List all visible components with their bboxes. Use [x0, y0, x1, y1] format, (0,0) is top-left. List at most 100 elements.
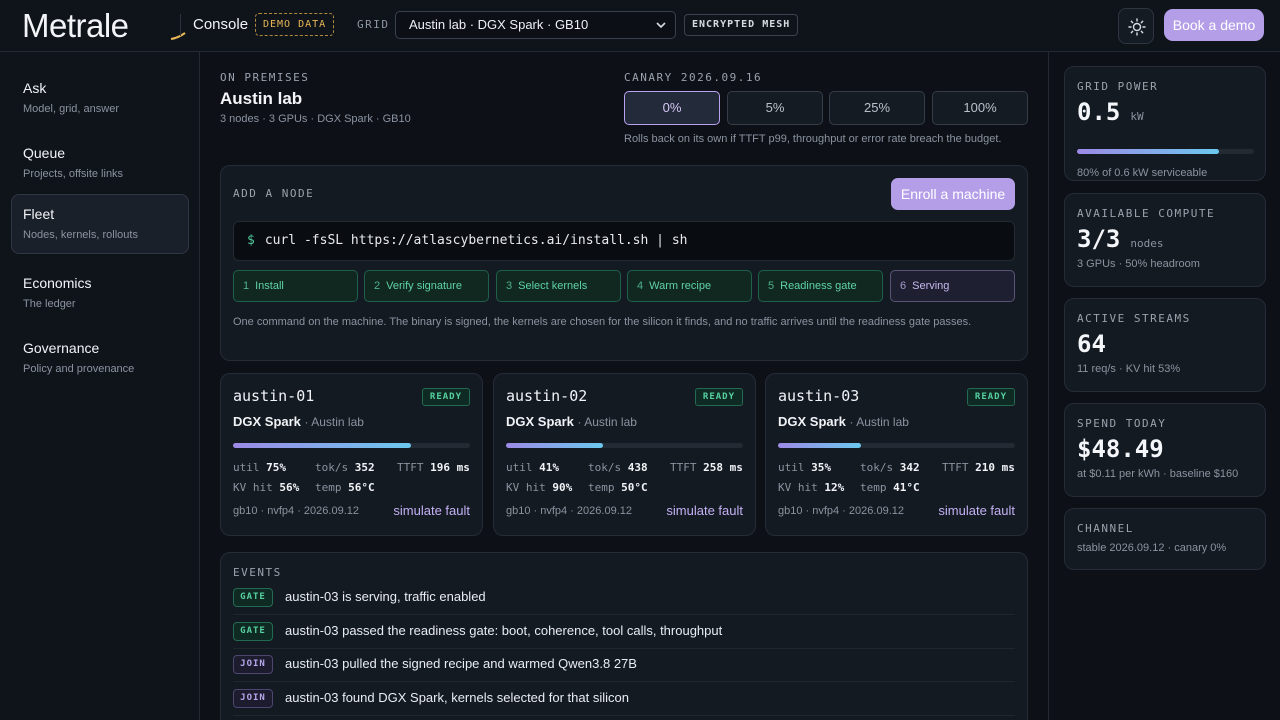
metric-kv-hit: KV hit 12% [778, 481, 844, 494]
node-name: austin-01 [233, 387, 315, 405]
metric-value: 50°C [621, 481, 648, 494]
metric-value: 35% [811, 461, 831, 474]
add-node-note: One command on the machine. The binary i… [233, 316, 972, 328]
enroll-machine-button[interactable]: Enroll a machine [891, 178, 1015, 210]
node-card-austin-03: austin-03 READY DGX Spark · Austin lab u… [765, 373, 1028, 536]
chevron-down-icon [656, 22, 666, 29]
metric-label: temp [588, 481, 615, 494]
metric-value: 210 ms [975, 461, 1015, 474]
event-row: GATE austin-03 passed the readiness gate… [233, 615, 1015, 649]
metric-value: 352 [354, 461, 375, 474]
stat-number: 0.5 [1077, 98, 1121, 126]
sidebar-item-fleet[interactable]: Fleet Nodes, kernels, rollouts [11, 194, 189, 254]
step-select-kernels: 3 Select kernels [496, 270, 621, 302]
metric-label: util [506, 461, 533, 474]
sidebar-item-title: Ask [23, 80, 47, 96]
step-serving: 6 Serving [890, 270, 1015, 302]
node-site: · Austin lab [577, 415, 637, 429]
event-row: JOIN austin-03 found DGX Spark, kernels … [233, 682, 1015, 716]
stats-column: GRID POWER 0.5 kW 80% of 0.6 kW serviceab… [1048, 52, 1280, 720]
sidebar-item-sub: Projects, offsite links [23, 168, 124, 180]
canary-selector: 0% 5% 25% 100% [624, 91, 1028, 125]
node-model: DGX Spark · Austin lab [233, 414, 364, 429]
step-readiness-gate: 5 Readiness gate [758, 270, 883, 302]
metric-util: util 75% [233, 461, 286, 474]
node-model-name: DGX Spark [233, 414, 301, 429]
sidebar-item-sub: Nodes, kernels, rollouts [23, 229, 138, 241]
metric-value: 258 ms [703, 461, 743, 474]
stat-value: 3/3 nodes [1077, 225, 1163, 253]
sidebar-item-queue[interactable]: Queue Projects, offsite links [11, 133, 189, 193]
canary-option-0[interactable]: 0% [624, 91, 720, 125]
sidebar-item-title: Governance [23, 340, 100, 356]
header-divider [180, 14, 181, 36]
metric-value: 438 [627, 461, 648, 474]
canary-option-5[interactable]: 5% [727, 91, 823, 125]
metric-temp: temp 56°C [315, 481, 375, 494]
metric-value: 196 ms [430, 461, 470, 474]
grid-select[interactable]: Austin lab · DGX Spark · GB10 [395, 11, 676, 39]
metrale-logo[interactable]: Metrale [22, 7, 186, 44]
metric-value: 41% [539, 461, 559, 474]
status-badge: READY [966, 388, 1015, 406]
spend-today-card: SPEND TODAY $48.49 at $0.11 per kWh · ba… [1064, 403, 1266, 497]
metric-value: 342 [899, 461, 920, 474]
stat-value: $48.49 [1077, 435, 1164, 463]
node-footer: gb10 · nvfp4 · 2026.09.12 [778, 505, 904, 517]
metric-temp: temp 41°C [860, 481, 920, 494]
metric-toks: tok/s 352 [315, 461, 375, 474]
shell-prompt: $ [247, 233, 255, 248]
sidebar-item-ask[interactable]: Ask Model, grid, answer [11, 68, 189, 128]
console-label: Console [193, 16, 249, 33]
sidebar: Ask Model, grid, answer Queue Projects, … [0, 52, 200, 720]
metric-label: tok/s [315, 461, 349, 474]
step-label: Readiness gate [780, 280, 857, 292]
simulate-fault-link[interactable]: simulate fault [938, 503, 1015, 518]
util-bar [506, 443, 743, 448]
simulate-fault-link[interactable]: simulate fault [666, 503, 743, 518]
logo-text: Metrale [22, 7, 129, 44]
available-compute-card: AVAILABLE COMPUTE 3/3 nodes 3 GPUs · 50% … [1064, 193, 1266, 287]
node-model-name: DGX Spark [506, 414, 574, 429]
metric-label: tok/s [588, 461, 622, 474]
node-model: DGX Spark · Austin lab [506, 414, 637, 429]
metric-label: TTFT [397, 461, 424, 474]
book-demo-button[interactable]: Book a demo [1164, 9, 1264, 41]
sidebar-item-sub: Policy and provenance [23, 363, 135, 375]
node-card-austin-02: austin-02 READY DGX Spark · Austin lab u… [493, 373, 756, 536]
theme-toggle-button[interactable] [1118, 8, 1154, 44]
step-number: 5 [768, 280, 775, 292]
sidebar-item-governance[interactable]: Governance Policy and provenance [11, 328, 189, 388]
metric-value: 56°C [348, 481, 375, 494]
site-summary: 3 nodes · 3 GPUs · DGX Spark · GB10 [220, 113, 411, 125]
event-tag-join: JOIN [233, 689, 273, 708]
step-number: 6 [900, 280, 907, 292]
canary-option-100[interactable]: 100% [932, 91, 1028, 125]
step-verify-signature: 2 Verify signature [364, 270, 489, 302]
event-text: austin-03 found DGX Spark, kernels selec… [285, 690, 629, 705]
status-badge: READY [421, 388, 470, 406]
step-label: Warm recipe [649, 280, 712, 292]
demo-data-badge: DEMO DATA [255, 13, 335, 36]
simulate-fault-link[interactable]: simulate fault [393, 503, 470, 518]
install-command-box[interactable]: $ curl -fsSL https://atlascybernetics.ai/… [233, 221, 1015, 261]
metric-label: tok/s [860, 461, 894, 474]
node-name: austin-02 [506, 387, 588, 405]
power-bar [1077, 149, 1254, 154]
grid-power-card: GRID POWER 0.5 kW 80% of 0.6 kW serviceab… [1064, 66, 1266, 181]
stat-eyebrow: ACTIVE STREAMS [1077, 312, 1191, 325]
metric-label: KV hit [233, 481, 273, 494]
canary-option-25[interactable]: 25% [829, 91, 925, 125]
node-name: austin-03 [778, 387, 860, 405]
step-label: Select kernels [518, 280, 588, 292]
sidebar-item-economics[interactable]: Economics The ledger [11, 263, 189, 323]
onboarding-steps: 1 Install 2 Verify signature 3 Select kerne… [233, 270, 1015, 302]
metric-toks: tok/s 438 [588, 461, 648, 474]
main-content: ON PREMISES Austin lab 3 nodes · 3 GPUs … [200, 52, 1048, 720]
encrypted-mesh-badge: ENCRYPTED MESH [684, 14, 799, 36]
step-number: 4 [637, 280, 644, 292]
node-footer: gb10 · nvfp4 · 2026.09.12 [506, 505, 632, 517]
metric-label: KV hit [778, 481, 818, 494]
grid-select-value: Austin lab · DGX Spark · GB10 [409, 17, 589, 32]
metric-ttft: TTFT 196 ms [397, 461, 470, 474]
